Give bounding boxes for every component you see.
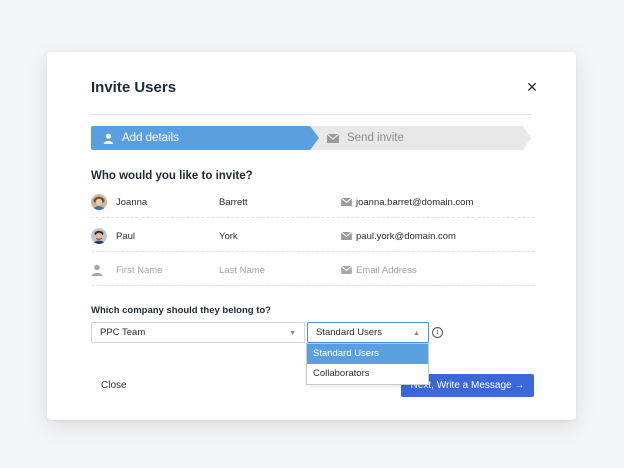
role-select-value: Standard Users [316, 327, 383, 338]
close-icon[interactable]: ✕ [525, 80, 539, 94]
new-invitee-row: First Name Last Name Email Address [91, 254, 535, 286]
invite-question: Who would you like to invite? [91, 170, 253, 182]
avatar [91, 228, 107, 244]
role-option-standard-users[interactable]: Standard Users [307, 344, 428, 364]
user-icon [103, 133, 114, 144]
envelope-icon [341, 266, 352, 274]
envelope-icon [327, 133, 339, 143]
first-name-field[interactable]: Paul [116, 220, 135, 252]
header-divider [91, 114, 532, 115]
first-name-field[interactable]: Joanna [116, 186, 147, 218]
email-input[interactable]: Email Address [341, 254, 417, 286]
invitee-row: Paul York paul.york@domain.com [91, 220, 535, 252]
company-select[interactable]: PPC Team ▼ [91, 322, 305, 343]
caret-up-icon: ▲ [413, 330, 420, 337]
email-field[interactable]: paul.york@domain.com [341, 220, 456, 252]
caret-down-icon: ▼ [289, 330, 296, 337]
close-button[interactable]: Close [101, 380, 127, 391]
user-placeholder-icon [91, 264, 103, 276]
step-label: Send invite [347, 132, 404, 144]
invite-users-modal: Invite Users ✕ Add details Send invite W… [47, 52, 576, 420]
last-name-field[interactable]: Barrett [219, 186, 248, 218]
role-dropdown-menu: Standard Users Collaborators [306, 343, 429, 385]
role-select[interactable]: Standard Users ▲ [307, 322, 429, 343]
email-placeholder: Email Address [356, 264, 417, 276]
company-select-value: PPC Team [100, 327, 146, 338]
company-question: Which company should they belong to? [91, 305, 271, 316]
avatar-cell [91, 186, 111, 218]
role-option-collaborators[interactable]: Collaborators [307, 364, 428, 384]
last-name-input[interactable]: Last Name [219, 254, 265, 286]
last-name-field[interactable]: York [219, 220, 238, 252]
step-send-invite[interactable]: Send invite [309, 126, 531, 150]
email-field[interactable]: joanna.barret@domain.com [341, 186, 473, 218]
step-add-details[interactable]: Add details [91, 126, 319, 150]
email-value: paul.york@domain.com [356, 230, 456, 242]
envelope-icon [341, 198, 352, 206]
avatar-cell [91, 254, 111, 286]
stepper: Add details Send invite [91, 126, 531, 150]
step-label: Add details [122, 132, 179, 144]
info-icon[interactable]: i [432, 327, 443, 338]
avatar [91, 194, 107, 210]
invitee-row: Joanna Barrett joanna.barret@domain.com [91, 186, 535, 218]
avatar-cell [91, 220, 111, 252]
modal-title: Invite Users [91, 79, 177, 96]
email-value: joanna.barret@domain.com [356, 196, 474, 208]
first-name-input[interactable]: First Name [116, 254, 162, 286]
envelope-icon [341, 232, 352, 240]
